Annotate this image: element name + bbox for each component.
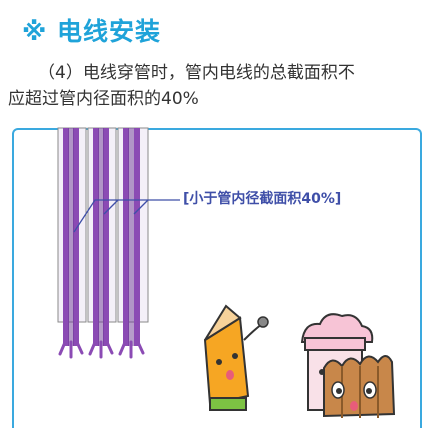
cartoon-wood-character: [323, 355, 396, 418]
conduit-pipes: [57, 127, 180, 359]
cross-section-callout: [小于管内径截面积40%]: [183, 191, 342, 207]
cartoon-pencil-character: [203, 304, 269, 411]
illustration: [57, 127, 396, 418]
